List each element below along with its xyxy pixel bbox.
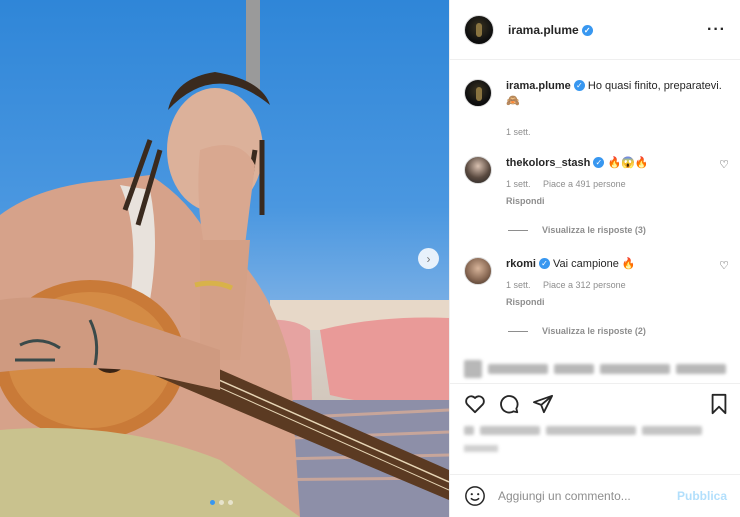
verified-icon: ✓ bbox=[573, 80, 585, 91]
chevron-right-icon: › bbox=[426, 251, 431, 266]
comment-item: rkomi ✓ Vai campione 🔥 1 sett. Piace a 31… bbox=[464, 257, 729, 310]
carousel-dot bbox=[210, 500, 215, 505]
commenter-avatar[interactable] bbox=[464, 156, 492, 184]
comment-time[interactable]: 1 sett. bbox=[506, 179, 531, 189]
view-replies-button[interactable]: Visualizza le risposte (2) bbox=[508, 326, 646, 336]
emoji-icon[interactable] bbox=[464, 485, 486, 507]
post-photo[interactable]: › bbox=[0, 0, 449, 517]
reply-button[interactable]: Rispondi bbox=[506, 194, 729, 209]
comment-text: 🔥😱🔥 bbox=[607, 157, 649, 169]
reply-button[interactable]: Rispondi bbox=[506, 295, 729, 310]
comment-text: Vai campione 🔥 bbox=[553, 258, 636, 270]
carousel-next-button[interactable]: › bbox=[418, 248, 439, 269]
blurred-date bbox=[464, 445, 729, 452]
post-side-panel: irama.plume ✓ ··· irama.plume ✓ Ho quasi f… bbox=[449, 0, 740, 517]
commenter-avatar[interactable] bbox=[464, 257, 492, 285]
bookmark-icon[interactable] bbox=[709, 393, 729, 415]
blurred-liked-by bbox=[450, 358, 740, 380]
post-actions bbox=[450, 383, 740, 453]
share-icon[interactable] bbox=[532, 394, 554, 414]
heart-icon[interactable] bbox=[464, 394, 486, 414]
post-header: irama.plume ✓ ··· bbox=[450, 0, 740, 60]
comment-heart-icon[interactable]: ♡ bbox=[719, 158, 729, 171]
comment-heart-icon[interactable]: ♡ bbox=[719, 259, 729, 272]
comment-time[interactable]: 1 sett. bbox=[506, 280, 531, 290]
author-username[interactable]: irama.plume ✓ bbox=[508, 23, 593, 37]
comment-username[interactable]: rkomi bbox=[506, 258, 536, 270]
comment-username[interactable]: thekolors_stash bbox=[506, 157, 590, 169]
comment-likes[interactable]: Piace a 312 persone bbox=[543, 280, 626, 290]
carousel-dot bbox=[219, 500, 224, 505]
author-avatar[interactable] bbox=[464, 79, 492, 107]
comments-list: irama.plume ✓ Ho quasi finito, preparatev… bbox=[450, 61, 740, 379]
comment-icon[interactable] bbox=[498, 393, 520, 415]
verified-icon: ✓ bbox=[581, 24, 593, 36]
post-caption: irama.plume ✓ Ho quasi finito, preparatev… bbox=[464, 79, 729, 140]
caption-time[interactable]: 1 sett. bbox=[506, 127, 531, 137]
caption-username[interactable]: irama.plume bbox=[506, 80, 571, 92]
carousel-dot bbox=[228, 500, 233, 505]
view-replies-button[interactable]: Visualizza le risposte (3) bbox=[508, 225, 646, 235]
more-icon[interactable]: ··· bbox=[707, 21, 726, 39]
comment-item: thekolors_stash ✓ 🔥😱🔥 1 sett. Piace a 491… bbox=[464, 156, 729, 209]
publish-button[interactable]: Pubblica bbox=[677, 489, 727, 503]
blurred-likes-count bbox=[464, 426, 729, 435]
comment-likes[interactable]: Piace a 491 persone bbox=[543, 179, 626, 189]
photo-illustration bbox=[0, 0, 449, 517]
comment-composer: Pubblica bbox=[450, 474, 740, 517]
carousel-indicator bbox=[210, 500, 233, 505]
verified-icon: ✓ bbox=[538, 258, 550, 269]
author-avatar[interactable] bbox=[464, 14, 494, 45]
comment-input[interactable] bbox=[498, 489, 677, 503]
verified-icon: ✓ bbox=[593, 157, 605, 168]
